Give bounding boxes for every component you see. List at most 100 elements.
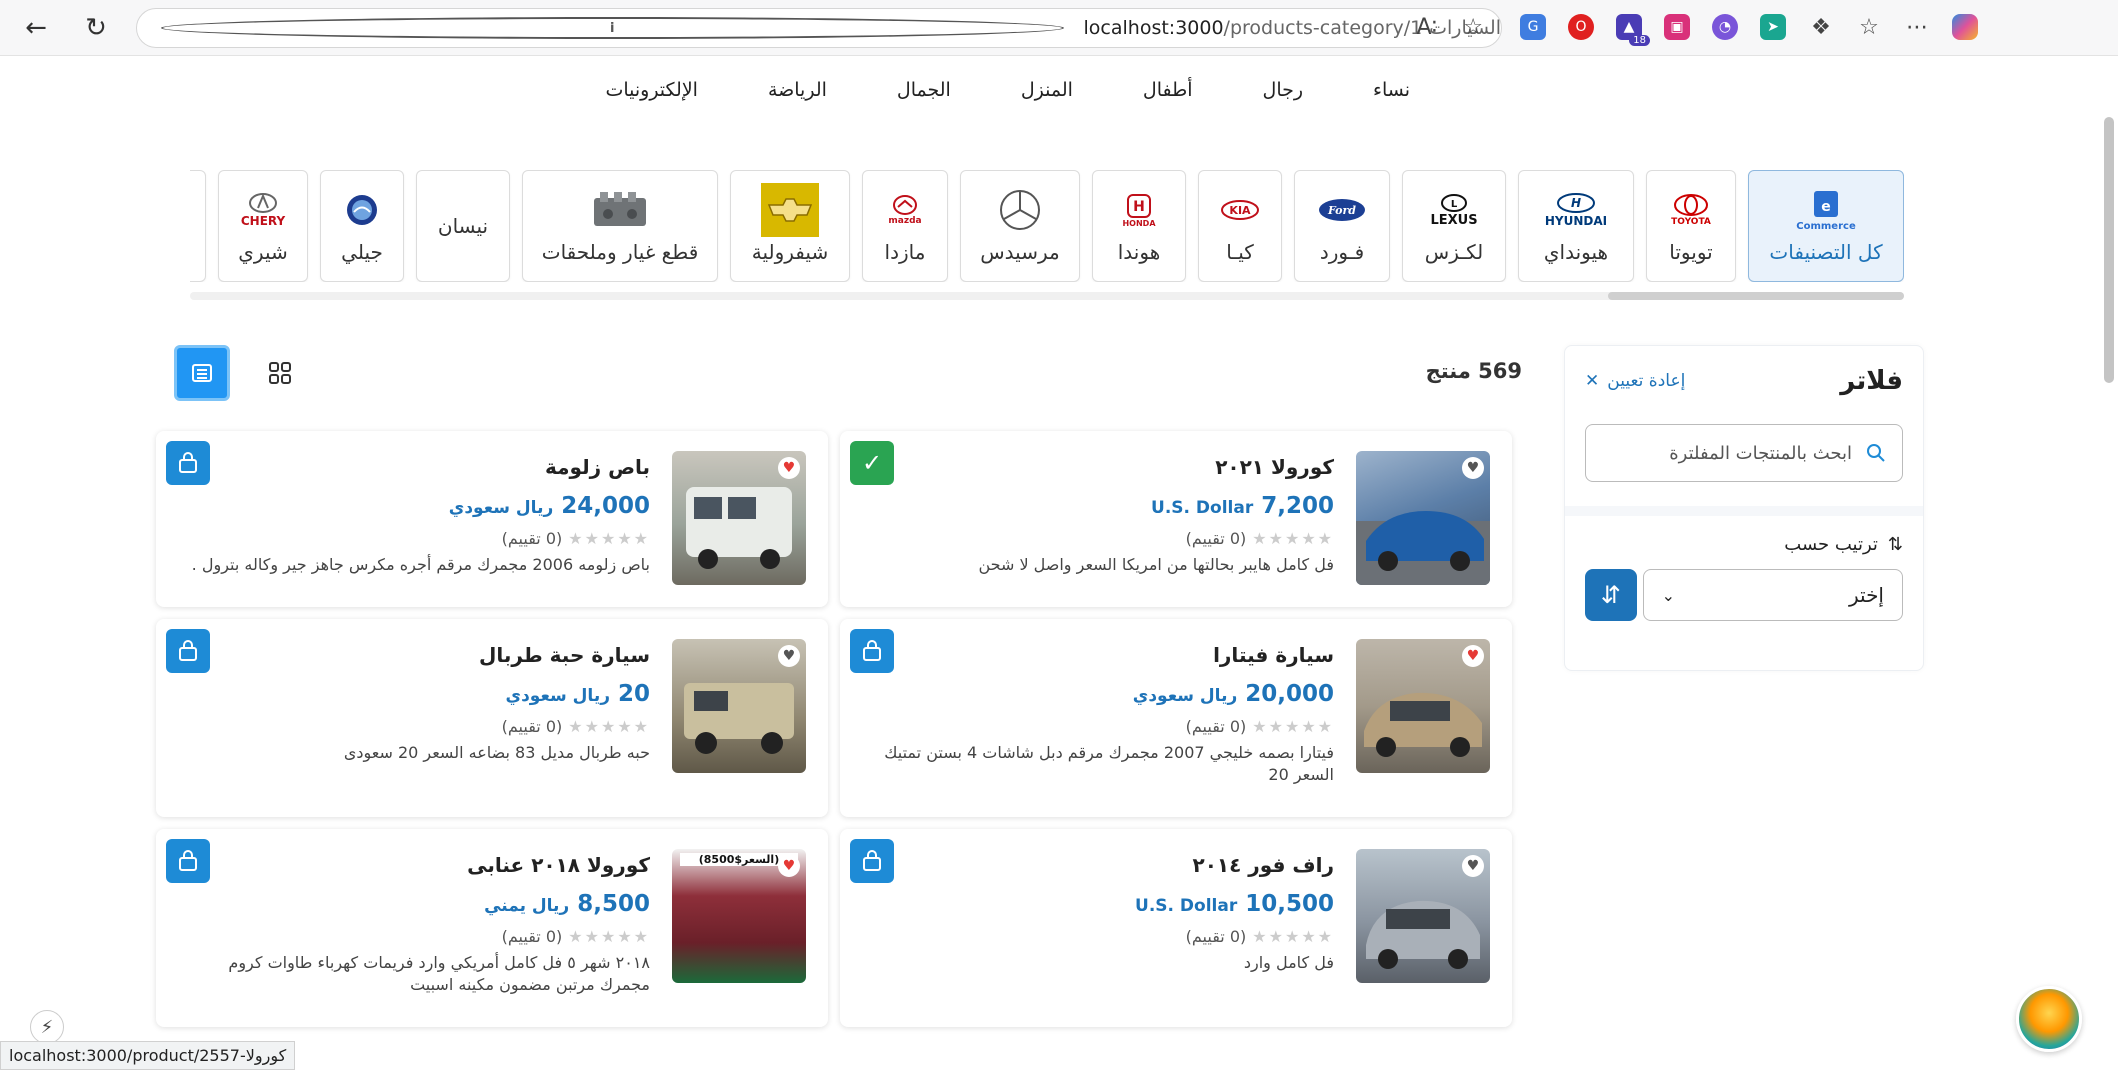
toyota-logo: TOYOTA	[1671, 188, 1711, 232]
extension-badge-icon[interactable]: ▲ 18	[1616, 14, 1650, 46]
nav-women[interactable]: نساء	[1373, 79, 1410, 101]
category-kia[interactable]: KIA كيـا	[1198, 170, 1282, 282]
nav-men[interactable]: رجال	[1263, 79, 1304, 101]
product-image[interactable]: ♥	[672, 639, 806, 773]
product-title[interactable]: سيارة فيتارا	[862, 643, 1334, 667]
category-ford[interactable]: Ford فـورد	[1294, 170, 1390, 282]
favorites-icon[interactable]: ☆	[1856, 14, 1882, 40]
address-bar[interactable]: i localhost:3000/products-category/1-الس…	[136, 8, 1502, 48]
grid-view-button[interactable]	[252, 345, 308, 401]
heart-icon[interactable]: ♥	[1462, 855, 1484, 877]
read-aloud-icon[interactable]: A∶	[1416, 15, 1437, 40]
add-to-cart-button[interactable]	[166, 839, 210, 883]
category-hyundai[interactable]: H HYUNDAI هيونداي	[1518, 170, 1634, 282]
heart-icon[interactable]: ♥	[778, 457, 800, 479]
nav-sports[interactable]: الرياضة	[768, 79, 827, 101]
reset-label: إعادة تعيين	[1607, 371, 1686, 391]
category-label: مازدا	[884, 240, 926, 264]
product-title[interactable]: باص زلومة	[178, 455, 650, 479]
product-image[interactable]: (السعر$8500) ♥	[672, 849, 806, 983]
product-image[interactable]: ♥	[1356, 849, 1490, 983]
category-chevrolet[interactable]: شيفرولية	[730, 170, 850, 282]
product-card[interactable]: (السعر$8500) ♥ كورولا ٢٠١٨ عنابى 8,500 ري…	[156, 829, 828, 1027]
product-rating: ★★★★★ (0 تقييم)	[501, 927, 650, 946]
list-view-icon	[192, 364, 212, 382]
category-honda[interactable]: H HONDA هوندا	[1092, 170, 1186, 282]
translate-extension-icon[interactable]: G	[1520, 14, 1546, 40]
reset-filters-button[interactable]: إعادة تعيين ✕	[1585, 371, 1685, 391]
category-mazda[interactable]: mazda مازدا	[862, 170, 948, 282]
category-scrollbar[interactable]	[190, 292, 1904, 300]
category-label: نيسان	[437, 214, 489, 238]
product-description: فل كامل وارد	[1243, 953, 1334, 972]
sort-direction-button[interactable]: ⇵	[1585, 569, 1637, 621]
svg-text:Commerce: Commerce	[1796, 221, 1856, 232]
list-view-button[interactable]	[174, 345, 230, 401]
nav-home[interactable]: المنزل	[1021, 79, 1073, 101]
nav-beauty[interactable]: الجمال	[897, 79, 951, 101]
reload-icon[interactable]: ↻	[80, 12, 112, 44]
add-to-cart-button[interactable]	[850, 839, 894, 883]
heart-icon[interactable]: ♥	[778, 645, 800, 667]
rating-stars: ★★★★★	[568, 717, 650, 736]
heart-icon[interactable]: ♥	[778, 855, 800, 877]
category-all[interactable]: e Commerce كل التصنيفات	[1748, 170, 1904, 282]
category-mercedes[interactable]: مرسيدس	[960, 170, 1080, 282]
product-card[interactable]: ♥ كورولا ٢٠٢١ 7,200 U.S. Dollar ★★★★★ (0 ت…	[840, 431, 1512, 607]
view-toggle	[174, 345, 308, 401]
product-card[interactable]: ♥ سيارة فيتارا 20,000 ريال سعودي ★★★★★ (0 …	[840, 619, 1512, 817]
category-partial[interactable]	[190, 170, 206, 282]
category-nissan[interactable]: نيسان	[416, 170, 510, 282]
product-image[interactable]: ♥	[1356, 451, 1490, 585]
category-geely[interactable]: جيلي	[320, 170, 404, 282]
back-icon[interactable]: ←	[20, 12, 52, 44]
purple-extension-icon[interactable]: ◔	[1712, 14, 1738, 40]
more-menu-icon[interactable]: ⋯	[1904, 14, 1930, 40]
category-label: جيلي	[341, 240, 383, 264]
nav-electronics[interactable]: الإلكترونيات	[605, 79, 698, 101]
screen-capture-extension-icon[interactable]: ▣	[1664, 14, 1690, 40]
category-chery[interactable]: CHERY شيري	[218, 170, 308, 282]
filtered-search-input[interactable]	[1602, 442, 1852, 464]
category-toyota[interactable]: TOYOTA تويوتا	[1646, 170, 1736, 282]
copilot-icon[interactable]	[1952, 14, 1978, 40]
product-image[interactable]: ♥	[1356, 639, 1490, 773]
floating-assistant-button[interactable]	[2016, 986, 2082, 1052]
rating-stars: ★★★★★	[568, 927, 650, 946]
category-spare-parts[interactable]: قطع غيار وملحقات	[522, 170, 718, 282]
product-title[interactable]: راف فور ٢٠١٤	[862, 853, 1334, 877]
shopping-bag-icon	[863, 640, 881, 661]
page-scrollbar[interactable]	[2100, 57, 2118, 1080]
added-to-cart-button[interactable]: ✓	[850, 441, 894, 485]
category-label: مرسيدس	[980, 240, 1060, 264]
product-card[interactable]: ♥ سيارة حبة طربال 20 ريال سعودي ★★★★★ (0 ت…	[156, 619, 828, 817]
svg-text:H: H	[1133, 199, 1145, 215]
rating-stars: ★★★★★	[568, 529, 650, 548]
add-to-cart-button[interactable]	[850, 629, 894, 673]
kia-logo: KIA	[1220, 188, 1260, 232]
category-label: فـورد	[1319, 240, 1365, 264]
heart-icon[interactable]: ♥	[1462, 645, 1484, 667]
heart-icon[interactable]: ♥	[1462, 457, 1484, 479]
results-count: 569 منتج	[1425, 359, 1522, 383]
product-title[interactable]: سيارة حبة طربال	[178, 643, 650, 667]
product-rating: ★★★★★ (0 تقييم)	[1185, 717, 1334, 736]
nav-kids[interactable]: أطفال	[1143, 79, 1193, 101]
add-to-cart-button[interactable]	[166, 441, 210, 485]
product-title[interactable]: كورولا ٢٠١٨ عنابى	[178, 853, 650, 877]
product-title[interactable]: كورولا ٢٠٢١	[862, 455, 1334, 479]
engine-icon	[590, 188, 650, 232]
category-lexus[interactable]: L LEXUS لكـزس	[1402, 170, 1506, 282]
product-card[interactable]: ♥ باص زلومة 24,000 ريال سعودي ★★★★★ (0 تقي…	[156, 431, 828, 607]
product-description: فل كامل هايبر بحالتها من امريكا السعر وا…	[978, 555, 1334, 574]
site-info-icon[interactable]: i	[161, 17, 1064, 39]
extensions-puzzle-icon[interactable]: ❖	[1808, 14, 1834, 40]
opera-extension-icon[interactable]: O	[1568, 14, 1594, 40]
product-image[interactable]: ♥	[672, 451, 806, 585]
lightning-icon[interactable]: ⚡	[30, 1010, 64, 1044]
favorite-star-icon[interactable]: ☆	[1463, 15, 1483, 40]
add-to-cart-button[interactable]	[166, 629, 210, 673]
sort-select[interactable]: إختر ⌄	[1642, 569, 1903, 621]
product-card[interactable]: ♥ راف فور ٢٠١٤ 10,500 U.S. Dollar ★★★★★ (0…	[840, 829, 1512, 1027]
green-extension-icon[interactable]: ➤	[1760, 14, 1786, 40]
